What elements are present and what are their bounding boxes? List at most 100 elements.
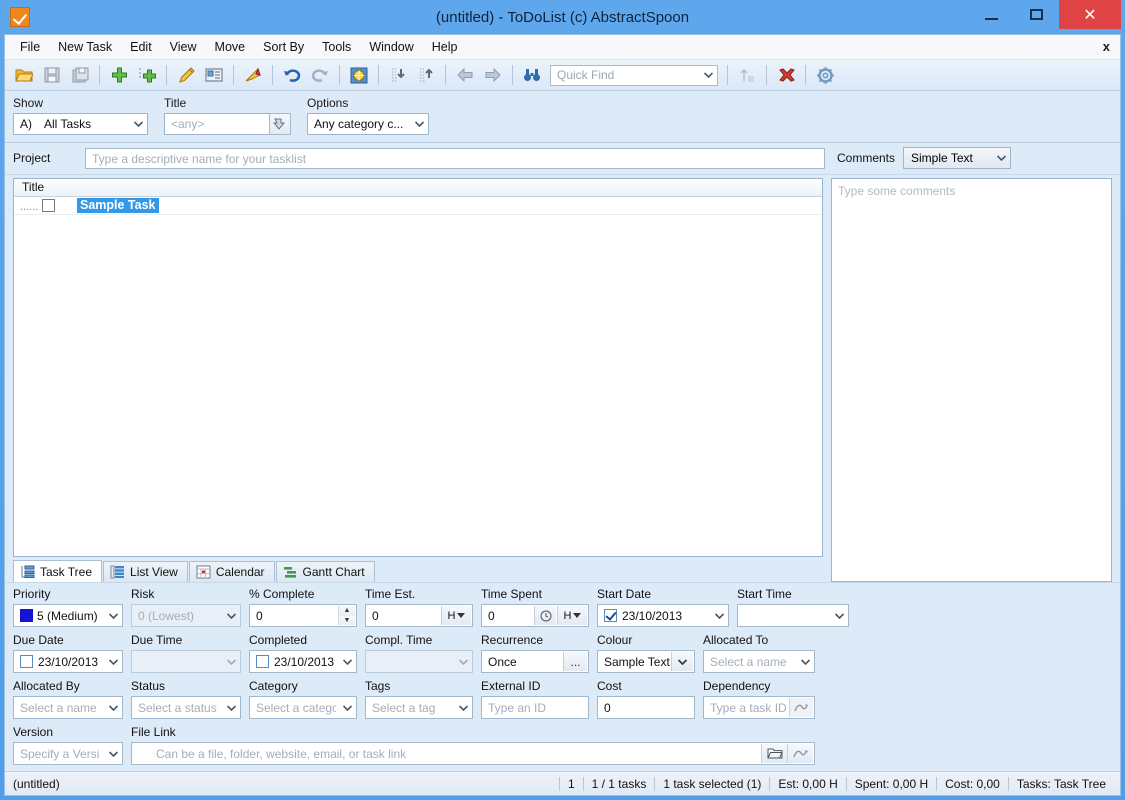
- save-icon[interactable]: [39, 62, 65, 88]
- chevron-down-icon[interactable]: [104, 697, 122, 718]
- dependency-input[interactable]: Type a task ID: [703, 696, 815, 719]
- timer-clock-button[interactable]: [534, 606, 556, 625]
- tags-combo[interactable]: Select a tag: [365, 696, 473, 719]
- chevron-down-icon[interactable]: [796, 651, 814, 672]
- chevron-down-icon[interactable]: [222, 651, 240, 672]
- cost-input[interactable]: 0: [597, 696, 695, 719]
- due-date-picker[interactable]: 23/10/2013: [13, 650, 123, 673]
- start-date-checkbox[interactable]: [604, 609, 617, 622]
- start-date-picker[interactable]: 23/10/2013: [597, 604, 729, 627]
- time-est-unit-button[interactable]: H: [441, 606, 471, 625]
- stepper-down-icon[interactable]: ▼: [339, 615, 355, 625]
- menu-move[interactable]: Move: [206, 37, 255, 57]
- undo-icon[interactable]: [279, 62, 305, 88]
- filter-options-combo[interactable]: Any category c...: [307, 113, 429, 135]
- colour-combo[interactable]: Sample Text: [597, 650, 695, 673]
- find-binoculars-icon[interactable]: [519, 62, 545, 88]
- minimize-button[interactable]: [969, 0, 1014, 29]
- chevron-down-icon[interactable]: [338, 651, 356, 672]
- task-details-icon[interactable]: [201, 62, 227, 88]
- menu-file[interactable]: File: [11, 37, 49, 57]
- edit-pencil-icon[interactable]: [173, 62, 199, 88]
- recurrence-options-button[interactable]: ...: [563, 652, 587, 671]
- version-combo[interactable]: Specify a Versi: [13, 742, 123, 765]
- comments-textarea[interactable]: Type some comments: [831, 178, 1112, 582]
- chevron-down-icon[interactable]: [454, 697, 472, 718]
- chevron-down-icon[interactable]: [104, 743, 122, 764]
- file-link-goto-button[interactable]: [787, 744, 813, 763]
- compl-time-combo[interactable]: [365, 650, 473, 673]
- chevron-down-icon[interactable]: [129, 114, 147, 134]
- category-combo[interactable]: Select a categо: [249, 696, 357, 719]
- due-date-checkbox[interactable]: [20, 655, 33, 668]
- chevron-down-icon[interactable]: [700, 66, 717, 85]
- chevron-down-icon[interactable]: [830, 605, 848, 626]
- collapse-all-icon[interactable]: [413, 62, 439, 88]
- table-row[interactable]: ...... Sample Task: [14, 197, 822, 215]
- forward-arrow-icon[interactable]: [480, 62, 506, 88]
- status-combo[interactable]: Select a status: [131, 696, 241, 719]
- chevron-down-icon[interactable]: [338, 697, 356, 718]
- chevron-down-icon[interactable]: [671, 652, 693, 671]
- chevron-down-icon[interactable]: [454, 651, 472, 672]
- flag-icon[interactable]: [240, 62, 266, 88]
- quantity-stepper[interactable]: ▲ ▼: [338, 606, 355, 625]
- percent-complete-input[interactable]: 0 ▲ ▼: [249, 604, 357, 627]
- time-est-input[interactable]: 0 H: [365, 604, 473, 627]
- redo-icon[interactable]: [307, 62, 333, 88]
- tab-calendar[interactable]: Calendar: [188, 561, 275, 582]
- save-all-icon[interactable]: [67, 62, 93, 88]
- sort-icon[interactable]: [734, 62, 760, 88]
- priority-combo[interactable]: 5 (Medium): [13, 604, 123, 627]
- completed-date-picker[interactable]: 23/10/2013: [249, 650, 357, 673]
- dependency-link-icon[interactable]: [789, 698, 813, 717]
- tab-task-tree[interactable]: Task Tree: [13, 560, 103, 582]
- back-arrow-icon[interactable]: [452, 62, 478, 88]
- external-id-input[interactable]: Type an ID: [481, 696, 589, 719]
- menu-help[interactable]: Help: [423, 37, 467, 57]
- menu-new-task[interactable]: New Task: [49, 37, 121, 57]
- chevron-down-icon[interactable]: [104, 605, 122, 626]
- due-time-combo[interactable]: [131, 650, 241, 673]
- menu-window[interactable]: Window: [360, 37, 422, 57]
- task-tree-column-header[interactable]: Title: [14, 179, 822, 197]
- menu-view[interactable]: View: [161, 37, 206, 57]
- comments-format-combo[interactable]: Simple Text: [903, 147, 1012, 169]
- filter-title-icon[interactable]: [269, 113, 291, 135]
- file-link-input[interactable]: Can be a file, folder, website, email, o…: [131, 742, 815, 765]
- task-title[interactable]: Sample Task: [77, 198, 159, 213]
- menu-tools[interactable]: Tools: [313, 37, 360, 57]
- filter-title-input[interactable]: <any>: [164, 113, 269, 135]
- task-tree[interactable]: Title ...... Sample Task: [13, 178, 823, 557]
- tab-gantt-chart[interactable]: Gantt Chart: [275, 561, 375, 582]
- refresh-icon[interactable]: [346, 62, 372, 88]
- stepper-up-icon[interactable]: ▲: [339, 606, 355, 616]
- quick-find-input[interactable]: Quick Find: [550, 64, 718, 86]
- new-subtask-icon[interactable]: [134, 62, 160, 88]
- chevron-down-icon[interactable]: [992, 148, 1010, 168]
- maximize-button[interactable]: [1014, 0, 1059, 29]
- chevron-down-icon[interactable]: [222, 697, 240, 718]
- allocated-to-combo[interactable]: Select a name: [703, 650, 815, 673]
- chevron-down-icon[interactable]: [710, 605, 728, 626]
- filter-show-combo[interactable]: A) All Tasks: [13, 113, 148, 135]
- close-button[interactable]: ✕: [1059, 0, 1121, 29]
- chevron-down-icon[interactable]: [222, 605, 240, 626]
- task-complete-checkbox[interactable]: [42, 199, 55, 212]
- menu-edit[interactable]: Edit: [121, 37, 161, 57]
- chevron-down-icon[interactable]: [104, 651, 122, 672]
- file-browse-button[interactable]: [761, 744, 787, 763]
- tab-list-view[interactable]: List View: [103, 561, 188, 582]
- project-name-input[interactable]: Type a descriptive name for your tasklis…: [85, 147, 825, 169]
- risk-combo[interactable]: 0 (Lowest): [131, 604, 241, 627]
- open-folder-icon[interactable]: [11, 62, 37, 88]
- close-document-button[interactable]: x: [1103, 39, 1110, 54]
- chevron-down-icon[interactable]: [410, 114, 428, 134]
- recurrence-input[interactable]: Once ...: [481, 650, 589, 673]
- allocated-by-combo[interactable]: Select a name: [13, 696, 123, 719]
- expand-all-icon[interactable]: [385, 62, 411, 88]
- new-task-icon[interactable]: [106, 62, 132, 88]
- completed-checkbox[interactable]: [256, 655, 269, 668]
- start-time-combo[interactable]: [737, 604, 849, 627]
- delete-x-icon[interactable]: [773, 62, 799, 88]
